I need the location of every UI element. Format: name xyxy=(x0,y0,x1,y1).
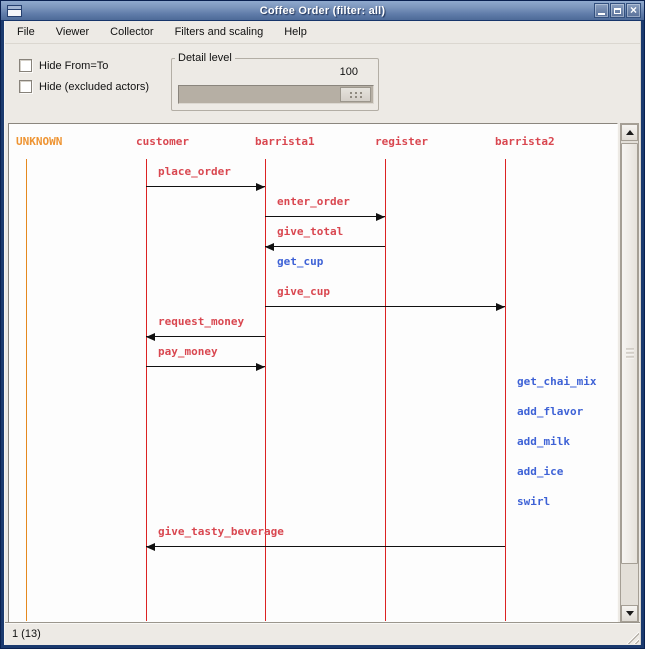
arrowhead-icon xyxy=(376,213,385,221)
menu-collector[interactable]: Collector xyxy=(110,26,153,38)
hide-fromto-label: Hide From=To xyxy=(39,60,108,72)
arrowhead-icon xyxy=(256,183,265,191)
lifeline-UNKNOWN xyxy=(26,159,27,621)
menu-filters-and-scaling[interactable]: Filters and scaling xyxy=(175,26,264,38)
menu-help[interactable]: Help xyxy=(284,26,307,38)
menu-file[interactable]: File xyxy=(17,26,35,38)
detail-level-slider[interactable] xyxy=(178,85,374,104)
actor-label-register[interactable]: register xyxy=(375,136,428,148)
action-label-swirl[interactable]: swirl xyxy=(517,496,550,508)
scrollbar-thumb[interactable] xyxy=(621,143,638,564)
action-label-add_flavor[interactable]: add_flavor xyxy=(517,406,583,418)
arrowhead-icon xyxy=(256,363,265,371)
statusbar: 1 (13) xyxy=(5,622,640,645)
scroll-up-button[interactable] xyxy=(621,124,638,141)
message-line-enter_order xyxy=(265,216,385,217)
message-label-place_order[interactable]: place_order xyxy=(158,166,231,178)
grip-dots-icon xyxy=(350,92,352,94)
message-label-give_cup[interactable]: give_cup xyxy=(277,286,330,298)
message-line-give_total xyxy=(265,246,385,247)
hide-fromto-row[interactable]: Hide From=To xyxy=(19,59,108,72)
minimize-icon xyxy=(598,13,605,15)
action-label-get_cup[interactable]: get_cup xyxy=(277,256,323,268)
lifeline-register xyxy=(385,159,386,621)
message-label-give_tasty_beverage[interactable]: give_tasty_beverage xyxy=(158,526,284,538)
scroll-down-button[interactable] xyxy=(621,605,638,622)
app-window: Coffee Order (filter: all) × File Viewer… xyxy=(0,0,645,649)
close-button[interactable]: × xyxy=(626,3,641,18)
action-label-get_chai_mix[interactable]: get_chai_mix xyxy=(517,376,596,388)
hide-fromto-checkbox[interactable] xyxy=(19,59,32,72)
hide-excluded-checkbox[interactable] xyxy=(19,80,32,93)
maximize-button[interactable] xyxy=(610,3,625,18)
lifeline-barrista2 xyxy=(505,159,506,621)
message-label-enter_order[interactable]: enter_order xyxy=(277,196,350,208)
lifeline-customer xyxy=(146,159,147,621)
actor-label-barrista2[interactable]: barrista2 xyxy=(495,136,555,148)
action-label-add_ice[interactable]: add_ice xyxy=(517,466,563,478)
actor-label-barrista1[interactable]: barrista1 xyxy=(255,136,315,148)
message-line-give_cup xyxy=(265,306,505,307)
close-icon: × xyxy=(630,4,637,16)
arrowhead-icon xyxy=(146,333,155,341)
scrollbar-grip-icon xyxy=(626,348,634,359)
lifeline-barrista1 xyxy=(265,159,266,621)
detail-level-group-label: Detail level xyxy=(175,52,235,64)
arrowhead-icon xyxy=(496,303,505,311)
hide-excluded-label: Hide (excluded actors) xyxy=(39,81,149,93)
titlebar[interactable]: Coffee Order (filter: all) × xyxy=(1,1,644,21)
app-icon xyxy=(7,5,22,17)
minimize-button[interactable] xyxy=(594,3,609,18)
actor-label-UNKNOWN[interactable]: UNKNOWN xyxy=(16,136,62,148)
message-line-place_order xyxy=(146,186,265,187)
action-label-add_milk[interactable]: add_milk xyxy=(517,436,570,448)
message-line-give_tasty_beverage xyxy=(146,546,505,547)
toolbar: Hide From=To Hide (excluded actors) Deta… xyxy=(5,44,640,123)
message-label-request_money[interactable]: request_money xyxy=(158,316,244,328)
arrow-down-icon xyxy=(626,611,634,616)
arrow-up-icon xyxy=(626,130,634,135)
hide-excluded-row[interactable]: Hide (excluded actors) xyxy=(19,80,149,93)
sequence-diagram-canvas[interactable]: UNKNOWN customer barrista1 register barrista… xyxy=(8,123,618,623)
message-label-pay_money[interactable]: pay_money xyxy=(158,346,218,358)
message-line-request_money xyxy=(146,336,265,337)
maximize-icon xyxy=(614,8,621,14)
detail-level-value: 100 xyxy=(340,66,358,78)
message-label-give_total[interactable]: give_total xyxy=(277,226,343,238)
message-line-pay_money xyxy=(146,366,265,367)
menu-viewer[interactable]: Viewer xyxy=(56,26,89,38)
actor-label-customer[interactable]: customer xyxy=(136,136,189,148)
detail-level-group: Detail level 100 xyxy=(171,58,379,111)
detail-level-slider-thumb[interactable] xyxy=(340,87,371,102)
window-body: File Viewer Collector Filters and scalin… xyxy=(4,21,641,645)
arrowhead-icon xyxy=(265,243,274,251)
window-controls: × xyxy=(594,3,641,18)
vertical-scrollbar[interactable] xyxy=(620,123,639,623)
resize-grip[interactable] xyxy=(622,627,639,644)
menubar: File Viewer Collector Filters and scalin… xyxy=(5,21,640,44)
arrowhead-icon xyxy=(146,543,155,551)
status-text: 1 (13) xyxy=(12,628,41,640)
window-title: Coffee Order (filter: all) xyxy=(1,5,644,17)
